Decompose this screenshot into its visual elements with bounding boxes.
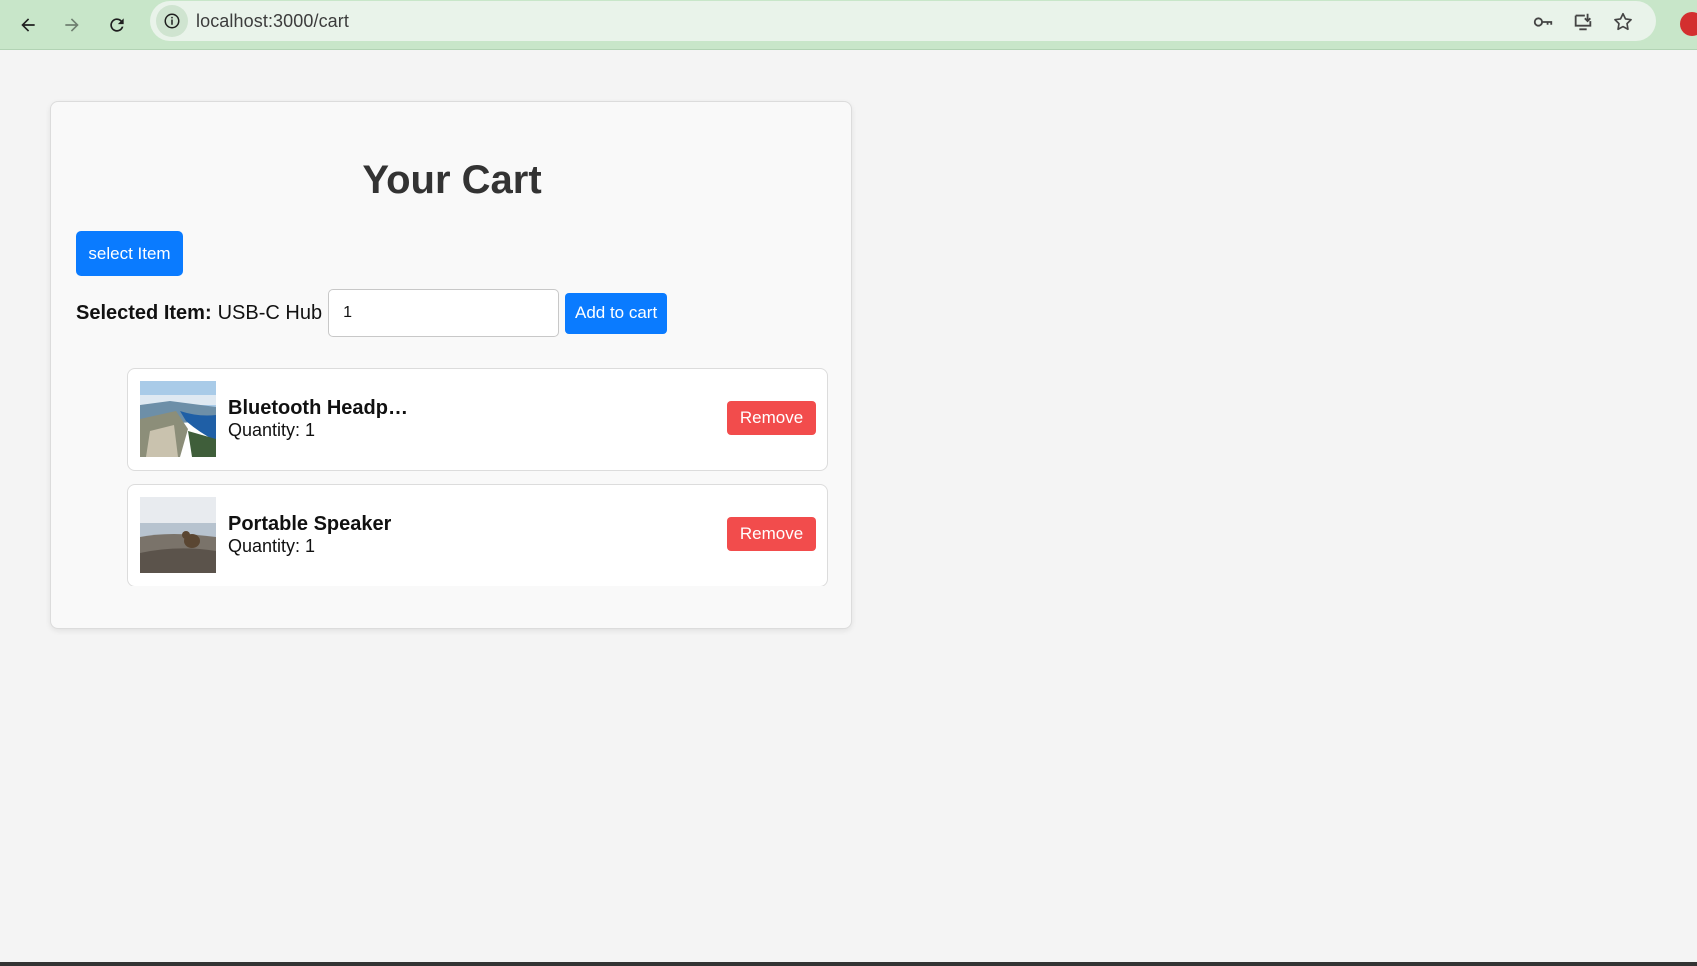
info-icon — [164, 13, 180, 29]
product-thumbnail — [140, 381, 216, 457]
cart-panel: Your Cart select Item Selected Item: USB… — [50, 101, 852, 629]
selected-item-label: Selected Item: — [76, 301, 212, 324]
marmot-on-rocks-photo — [140, 497, 216, 573]
install-app-button[interactable] — [1570, 9, 1596, 35]
bookmark-button[interactable] — [1610, 9, 1636, 35]
forward-arrow-icon — [65, 18, 79, 32]
reload-icon — [110, 18, 124, 32]
site-info-button[interactable] — [156, 5, 188, 37]
quantity-input[interactable] — [328, 289, 560, 337]
select-item-button[interactable]: select Item — [76, 231, 183, 276]
page-title: Your Cart — [362, 158, 542, 202]
star-icon — [1614, 12, 1632, 31]
remove-button[interactable]: Remove — [727, 517, 816, 551]
remove-button[interactable]: Remove — [727, 401, 816, 435]
back-button[interactable] — [10, 7, 46, 43]
add-to-cart-button[interactable]: Add to cart — [565, 292, 668, 334]
address-bar[interactable]: localhost:3000/cart — [150, 1, 1656, 41]
install-icon — [1574, 13, 1592, 31]
product-thumbnail — [140, 497, 216, 573]
browser-toolbar: localhost:3000/cart — [0, 0, 1697, 50]
taskbar-edge — [0, 962, 1697, 966]
reload-button[interactable] — [99, 7, 135, 43]
key-icon — [1533, 17, 1553, 27]
url-text[interactable]: localhost:3000/cart — [196, 11, 349, 32]
extension-icon[interactable] — [1680, 12, 1697, 36]
selected-item-row: Selected Item: USB-C Hub Add to cart — [76, 289, 668, 337]
item-quantity: Quantity: 1 — [228, 420, 316, 440]
cart-item: Portable Speaker Quantity: 1 Remove — [127, 484, 828, 586]
item-name: Portable Speaker — [228, 513, 392, 535]
item-name: Bluetooth Headphones — [228, 397, 418, 419]
item-quantity: Quantity: 1 — [228, 536, 316, 556]
fjord-landscape-photo — [140, 381, 216, 457]
cart-item-list: Bluetooth Headphones Quantity: 1 Remove … — [127, 368, 828, 586]
back-arrow-icon — [21, 18, 35, 32]
forward-button[interactable] — [54, 7, 90, 43]
selected-item-value: USB-C Hub — [217, 301, 323, 324]
cart-item: Bluetooth Headphones Quantity: 1 Remove — [127, 368, 828, 471]
password-key-button[interactable] — [1530, 9, 1556, 35]
